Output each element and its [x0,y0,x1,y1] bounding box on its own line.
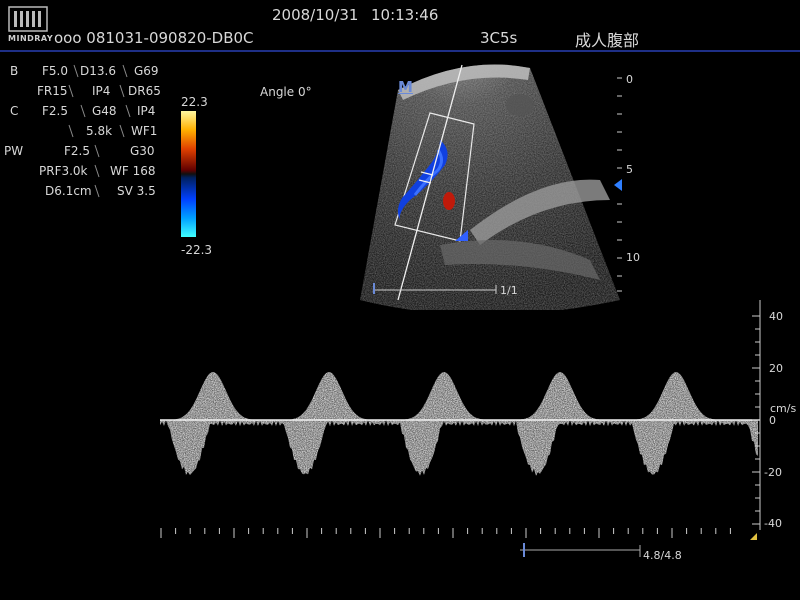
bmode-image [360,64,622,310]
velocity-label-20: 20 [769,362,783,375]
velocity-label-40: 40 [769,310,783,323]
corner-marker-icon [750,533,757,540]
depth-label-10: 10 [626,251,640,264]
depth-label-5: 5 [626,163,633,176]
spectral-texture [160,372,758,476]
velocity-label-minus40: -40 [764,517,782,530]
spectrum-zoom-ratio: 4.8/4.8 [643,549,682,562]
velocity-unit: cm/s [770,402,797,415]
velocity-label-minus20: -20 [764,466,782,479]
focus-marker-icon [614,179,622,191]
depth-label-0: 0 [626,73,633,86]
spectral-waveform [160,372,758,476]
image-orientation-marker: M [398,78,413,96]
velocity-label-0: 0 [769,414,776,427]
